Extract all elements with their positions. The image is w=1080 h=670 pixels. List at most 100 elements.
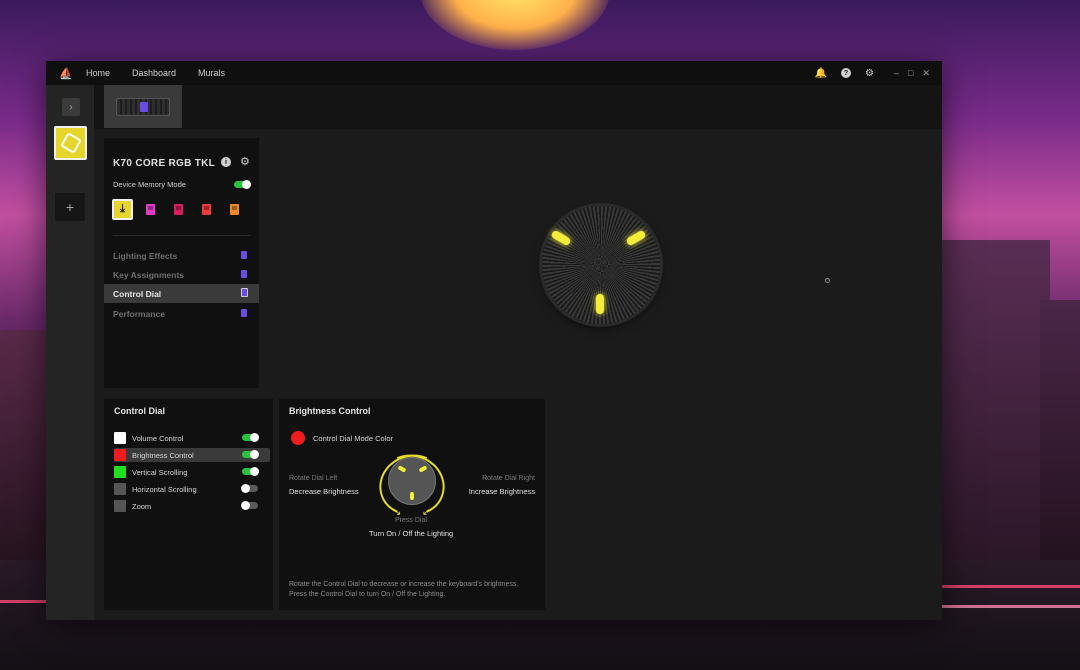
profile-3[interactable]	[168, 199, 189, 220]
brightness-description: Rotate the Control Dial to decrease or i…	[289, 581, 519, 598]
keyboard-thumbnail	[116, 97, 170, 116]
control-dial-panel: Control Dial Volume Control Brightness C…	[104, 399, 273, 610]
mode-brightness-control[interactable]: Brightness Control	[114, 448, 270, 462]
title-bar: ⛵ Home Dashboard Murals 🔔 ? ⚙ – □ ✕	[46, 61, 942, 85]
wallpaper-light-streak	[942, 585, 1080, 588]
mode-color-swatch	[114, 432, 126, 444]
nav-murals[interactable]: Murals	[198, 68, 225, 78]
menu-key-assignments[interactable]: Key Assignments	[104, 265, 259, 284]
control-dial-preview[interactable]	[542, 206, 660, 324]
mode-volume-control[interactable]: Volume Control	[114, 431, 264, 445]
mode-color-picker[interactable]	[291, 431, 305, 445]
add-device-button[interactable]: +	[55, 193, 85, 221]
wallpaper-building	[0, 330, 46, 580]
keyboard-tab[interactable]	[104, 85, 182, 128]
memory-card-icon	[241, 270, 247, 278]
device-name: K70 CORE RGB TKL	[113, 158, 216, 169]
menu-lighting-effects[interactable]: Lighting Effects	[104, 246, 259, 265]
press-action: Turn On / Off the Lighting	[369, 529, 454, 538]
nav-home[interactable]: Home	[86, 68, 110, 78]
mode-toggle[interactable]	[241, 501, 258, 510]
rotate-right-hint: Rotate Dial Right	[482, 475, 535, 482]
profile-list: ⤓	[112, 199, 245, 220]
menu-label: Lighting Effects	[113, 250, 178, 261]
section-title: Brightness Control	[289, 406, 371, 416]
mode-color-swatch	[114, 483, 126, 495]
rotate-right-action: Increase Brightness	[468, 487, 535, 496]
menu-label: Control Dial	[113, 288, 162, 299]
press-hint: Press Dial	[395, 517, 427, 524]
memory-card-icon	[174, 204, 183, 215]
device-strip	[94, 85, 942, 129]
dial-led-right	[625, 229, 647, 247]
mode-toggle[interactable]	[242, 433, 259, 442]
mode-toggle[interactable]	[242, 450, 259, 459]
plus-icon: +	[65, 199, 75, 215]
dial-led-bottom	[410, 492, 414, 500]
mode-color-swatch	[114, 500, 126, 512]
mode-zoom[interactable]: Zoom	[114, 499, 264, 513]
menu-control-dial[interactable]: Control Dial	[104, 284, 259, 303]
memory-mode-toggle[interactable]	[234, 180, 251, 189]
menu-label: Key Assignments	[113, 269, 185, 280]
memory-card-icon	[241, 288, 248, 297]
memory-card-icon	[146, 204, 155, 215]
download-icon: ⤓	[120, 203, 125, 215]
minimize-button[interactable]: –	[894, 68, 899, 79]
device-tile-k70[interactable]	[54, 126, 87, 160]
mode-toggle[interactable]	[242, 467, 259, 476]
rotate-left-action: Decrease Brightness	[289, 487, 359, 496]
dial-led-left	[550, 229, 572, 247]
memory-card-icon	[241, 309, 247, 317]
chevron-right-icon: ›	[69, 101, 73, 113]
profile-5[interactable]	[224, 199, 245, 220]
device-settings-icon[interactable]: ⚙	[240, 155, 250, 168]
dial-knob	[542, 206, 660, 324]
mode-horizontal-scrolling[interactable]: Horizontal Scrolling	[114, 482, 264, 496]
wallpaper-light-streak	[0, 600, 46, 603]
dial-led-bottom	[596, 294, 604, 314]
wallpaper-building	[1040, 300, 1080, 560]
memory-card-icon	[241, 251, 247, 259]
mode-label: Vertical Scrolling	[132, 467, 188, 477]
profile-4[interactable]	[196, 199, 217, 220]
help-icon[interactable]: ?	[841, 68, 852, 78]
nav-dashboard[interactable]: Dashboard	[132, 68, 176, 78]
memory-mode-label: Device Memory Mode	[113, 180, 186, 189]
menu-performance[interactable]: Performance	[104, 304, 259, 323]
memory-card-icon	[140, 101, 148, 112]
mode-label: Horizontal Scrolling	[132, 484, 197, 494]
close-button[interactable]: ✕	[922, 68, 930, 79]
device-panel: K70 CORE RGB TKL i ⚙ Device Memory Mode …	[104, 138, 259, 388]
dial-diagram	[388, 457, 436, 505]
mode-toggle[interactable]	[241, 484, 258, 493]
memory-card-icon	[202, 204, 211, 215]
hotspot-marker[interactable]	[825, 278, 830, 283]
profile-1[interactable]: ⤓	[112, 199, 133, 220]
mode-color-swatch	[114, 466, 126, 478]
mode-label: Brightness Control	[132, 450, 194, 460]
mode-label: Zoom	[132, 501, 152, 511]
dial-led-right	[418, 465, 428, 473]
hexagon-icon	[59, 132, 82, 154]
mode-vertical-scrolling[interactable]: Vertical Scrolling	[114, 465, 264, 479]
brightness-control-panel: Brightness Control Control Dial Mode Col…	[279, 399, 545, 610]
gear-icon[interactable]: ⚙	[865, 68, 874, 79]
section-title: Control Dial	[114, 406, 165, 416]
corsair-logo-icon[interactable]: ⛵	[46, 61, 86, 85]
memory-card-icon	[230, 204, 239, 215]
menu-label: Performance	[113, 308, 165, 319]
device-rail: › +	[46, 85, 94, 620]
maximize-button[interactable]: □	[908, 68, 913, 79]
app-window: ⛵ Home Dashboard Murals 🔔 ? ⚙ – □ ✕ › +	[46, 61, 942, 620]
expand-rail-button[interactable]: ›	[62, 98, 80, 116]
rotate-left-hint: Rotate Dial Left	[289, 475, 338, 482]
dial-led-left	[397, 465, 407, 473]
info-icon[interactable]: i	[221, 157, 231, 167]
divider	[113, 235, 251, 236]
bell-icon[interactable]: 🔔	[815, 68, 827, 79]
mode-color-swatch	[114, 449, 126, 461]
mode-color-label: Control Dial Mode Color	[313, 434, 394, 443]
profile-2[interactable]	[140, 199, 161, 220]
wallpaper-sun	[420, 0, 610, 50]
